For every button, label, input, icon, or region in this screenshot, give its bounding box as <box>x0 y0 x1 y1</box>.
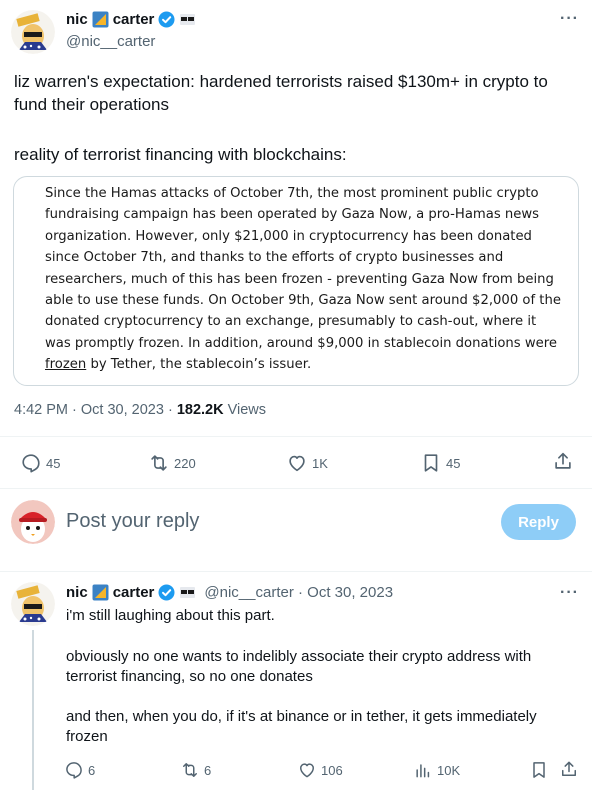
author-name-first[interactable]: nic <box>66 11 88 28</box>
views-count: 182.2K <box>176 402 224 418</box>
tweet-meta: 4:42 PM · Oct 30, 2023 · 182.2K Views <box>14 402 266 418</box>
bookmark-icon <box>533 762 545 778</box>
retweet-action[interactable]: 220 <box>148 452 196 474</box>
tweet-text-p1: liz warren's expectation: hardened terro… <box>14 72 548 114</box>
heart-icon <box>289 455 305 472</box>
quote-line: frozen by Tether, the stablecoin’s issue… <box>45 354 575 375</box>
retweet-icon <box>151 455 167 471</box>
reply-like-count: 106 <box>321 762 343 778</box>
reply-author-avatar[interactable] <box>11 582 55 626</box>
tweet-timestamp[interactable]: 4:42 PM · Oct 30, 2023 · <box>14 402 177 418</box>
views-chart-icon <box>416 764 430 778</box>
quote-line: was promptly frozen. In addition, around… <box>45 335 557 351</box>
author-handle[interactable]: @nic__carter <box>66 33 155 50</box>
views-label: Views <box>223 402 267 418</box>
reply-like-action[interactable]: 106 <box>297 760 343 780</box>
verified-badge-icon <box>158 11 175 28</box>
like-action[interactable]: 1K <box>286 452 328 474</box>
reply-more-options-button[interactable]: ··· <box>560 584 579 602</box>
quote-frozen-link: frozen <box>45 357 87 373</box>
bookmark-icon <box>424 454 438 472</box>
reply-author-row[interactable]: nic carter @nic__carter · Oct 30, 2023 <box>66 584 393 601</box>
reply-views-action[interactable]: 10K <box>413 760 460 780</box>
retweet-icon <box>183 763 197 777</box>
quote-line: researchers, much of this has been froze… <box>45 271 554 287</box>
verified-badge-icon <box>158 584 175 601</box>
quote-text: Since the Hamas attacks of October 7th, … <box>45 183 575 376</box>
reply-retweet-count: 6 <box>204 762 212 778</box>
reply-share-action[interactable] <box>559 759 579 779</box>
quote-line: Since the Hamas attacks of October 7th, … <box>45 186 539 201</box>
sunglasses-emoji-icon <box>179 11 196 28</box>
quote-image-card[interactable]: Since the Hamas attacks of October 7th, … <box>13 176 579 386</box>
heart-icon <box>300 763 314 778</box>
quote-line: organization. However, only $21,000 in c… <box>45 228 532 244</box>
reply-views-count: 10K <box>437 762 461 778</box>
bitcoin-flag-icon <box>92 584 109 601</box>
sunglasses-emoji-icon <box>179 584 196 601</box>
reply-author-name-first[interactable]: nic <box>66 584 88 601</box>
quote-line: able to use these funds. On October 9th,… <box>45 293 561 309</box>
author-avatar[interactable] <box>11 10 55 54</box>
quote-line: donated cryptocurrency to an exchange, p… <box>45 314 537 330</box>
reply-author-name-last[interactable]: carter <box>113 584 155 601</box>
quote-line: fundraising campaign has been operated b… <box>45 207 540 223</box>
like-count: 1K <box>312 455 328 471</box>
author-name-last[interactable]: carter <box>113 11 155 28</box>
reply-icon <box>22 454 40 473</box>
reply-text-p2: obviously no one wants to indelibly asso… <box>66 648 532 685</box>
divider <box>0 436 592 437</box>
share-icon <box>562 761 576 776</box>
bookmark-count: 45 <box>446 455 461 471</box>
share-action[interactable] <box>552 450 574 472</box>
tweet-text-p2: reality of terrorist financing with bloc… <box>14 145 347 164</box>
reply-retweet-action[interactable]: 6 <box>180 760 211 780</box>
reply-reply-action[interactable]: 6 <box>64 760 95 780</box>
reply-count: 45 <box>46 455 61 471</box>
bitcoin-flag-icon <box>92 11 109 28</box>
retweet-count: 220 <box>174 455 196 471</box>
more-options-button[interactable]: ··· <box>560 10 579 28</box>
reply-reply-count: 6 <box>88 762 96 778</box>
reply-bookmark-action[interactable] <box>529 760 549 780</box>
reply-handle-date[interactable]: @nic__carter · Oct 30, 2023 <box>204 584 393 601</box>
thread-connector-line <box>32 630 34 790</box>
reply-input[interactable]: Post your reply <box>66 510 199 533</box>
quote-line: since October 7th, and thanks to the eff… <box>45 250 504 266</box>
reply-text-p3: and then, when you do, if it's at binanc… <box>66 708 537 745</box>
reply-icon <box>66 762 82 779</box>
reply-text-p1: i'm still laughing about this part. <box>66 607 275 624</box>
reply-action[interactable]: 45 <box>20 452 60 474</box>
bookmark-action[interactable]: 45 <box>420 452 460 474</box>
divider <box>0 571 592 572</box>
reply-button[interactable]: Reply <box>501 504 576 540</box>
author-name-row[interactable]: nic carter <box>66 11 196 28</box>
divider <box>0 488 592 489</box>
share-icon <box>555 452 571 469</box>
current-user-avatar[interactable] <box>11 500 55 544</box>
quote-line-rest: by Tether, the stablecoin’s issuer. <box>86 357 312 373</box>
